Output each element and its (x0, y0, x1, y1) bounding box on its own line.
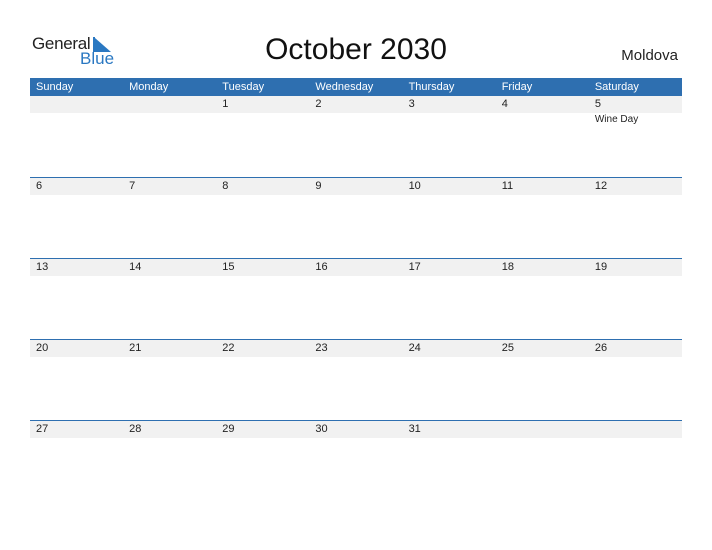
week-row: 27 28 29 30 31 (30, 420, 682, 501)
day-event (589, 276, 682, 277)
day-number[interactable]: 21 (123, 340, 216, 357)
day-number[interactable]: 11 (496, 178, 589, 195)
day-event (216, 276, 309, 277)
day-event (496, 438, 589, 439)
day-number-strip: 6 7 8 9 10 11 12 (30, 178, 682, 195)
day-event (309, 276, 402, 277)
day-event (403, 195, 496, 196)
week-row: 13 14 15 16 17 18 19 (30, 258, 682, 339)
day-number-strip: 27 28 29 30 31 (30, 421, 682, 438)
day-number[interactable]: 7 (123, 178, 216, 195)
day-event (589, 438, 682, 439)
day-event (123, 357, 216, 358)
day-number[interactable]: 6 (30, 178, 123, 195)
day-event (216, 195, 309, 196)
day-number[interactable]: 25 (496, 340, 589, 357)
day-event (30, 357, 123, 358)
day-event (589, 357, 682, 358)
day-number[interactable]: 10 (403, 178, 496, 195)
day-number[interactable]: 28 (123, 421, 216, 438)
day-number[interactable] (589, 421, 682, 438)
event-row: Wine Day (30, 113, 682, 125)
day-number[interactable]: 3 (403, 96, 496, 113)
day-number[interactable]: 20 (30, 340, 123, 357)
day-number[interactable]: 16 (309, 259, 402, 276)
day-event (496, 195, 589, 196)
day-number[interactable]: 23 (309, 340, 402, 357)
weekday-saturday: Saturday (594, 81, 639, 93)
weekday-monday: Monday (129, 81, 169, 93)
day-event (30, 195, 123, 196)
day-number[interactable]: 26 (589, 340, 682, 357)
day-event (403, 113, 496, 125)
day-number-strip: 13 14 15 16 17 18 19 (30, 259, 682, 276)
page-title: October 2030 (265, 33, 447, 66)
weekday-friday: Friday (501, 81, 533, 93)
event-row (30, 276, 682, 277)
day-number[interactable]: 24 (403, 340, 496, 357)
day-event (403, 276, 496, 277)
day-number[interactable]: 4 (496, 96, 589, 113)
day-event (309, 195, 402, 196)
day-event (30, 438, 123, 439)
day-number[interactable]: 2 (309, 96, 402, 113)
event-row (30, 357, 682, 358)
week-row: 20 21 22 23 24 25 26 (30, 339, 682, 420)
event-row (30, 195, 682, 196)
day-event (123, 113, 216, 125)
country-label: Moldova (621, 47, 678, 64)
day-event: Wine Day (594, 114, 639, 125)
day-event (309, 113, 402, 125)
day-number[interactable]: 14 (123, 259, 216, 276)
day-event (309, 357, 402, 358)
day-event (30, 276, 123, 277)
day-event (216, 438, 309, 439)
day-event (403, 357, 496, 358)
weekday-tuesday: Tuesday (222, 81, 265, 93)
day-event (309, 438, 402, 439)
day-event (216, 357, 309, 358)
day-number[interactable]: 17 (403, 259, 496, 276)
weekday-thursday: Thursday (408, 81, 455, 93)
week-row: 1 2 3 4 5 Wine Day (30, 96, 682, 177)
day-number[interactable] (30, 96, 123, 113)
day-number[interactable]: 15 (216, 259, 309, 276)
day-event (30, 113, 123, 125)
day-number-strip: 20 21 22 23 24 25 26 (30, 340, 682, 357)
event-row (30, 438, 682, 439)
calendar-grid: Sunday Monday Tuesday Wednesday Thursday Frid… (30, 78, 682, 501)
day-event (403, 438, 496, 439)
day-event (123, 438, 216, 439)
day-number[interactable] (123, 96, 216, 113)
day-number[interactable]: 27 (30, 421, 123, 438)
day-number[interactable]: 22 (216, 340, 309, 357)
day-event (123, 276, 216, 277)
day-event (216, 113, 309, 125)
day-number[interactable]: 29 (216, 421, 309, 438)
week-row: 6 7 8 9 10 11 12 (30, 177, 682, 258)
day-event (123, 195, 216, 196)
day-number[interactable]: 12 (589, 178, 682, 195)
day-number[interactable]: 13 (30, 259, 123, 276)
weekday-header: Sunday Monday Tuesday Wednesday Thursday Frid… (30, 78, 682, 96)
day-event (589, 195, 682, 196)
day-number[interactable]: 5 (589, 96, 682, 113)
day-event (496, 276, 589, 277)
day-event (496, 113, 589, 125)
day-number[interactable]: 31 (403, 421, 496, 438)
day-number[interactable]: 30 (309, 421, 402, 438)
day-number-strip: 12345 (30, 96, 682, 113)
weekday-wednesday: Wednesday (315, 81, 374, 93)
day-event (496, 357, 589, 358)
day-number[interactable]: 1 (216, 96, 309, 113)
weekday-sunday: Sunday (36, 81, 74, 93)
day-number[interactable]: 19 (589, 259, 682, 276)
day-number[interactable]: 18 (496, 259, 589, 276)
day-number[interactable] (496, 421, 589, 438)
day-number[interactable]: 8 (216, 178, 309, 195)
day-number[interactable]: 9 (309, 178, 402, 195)
